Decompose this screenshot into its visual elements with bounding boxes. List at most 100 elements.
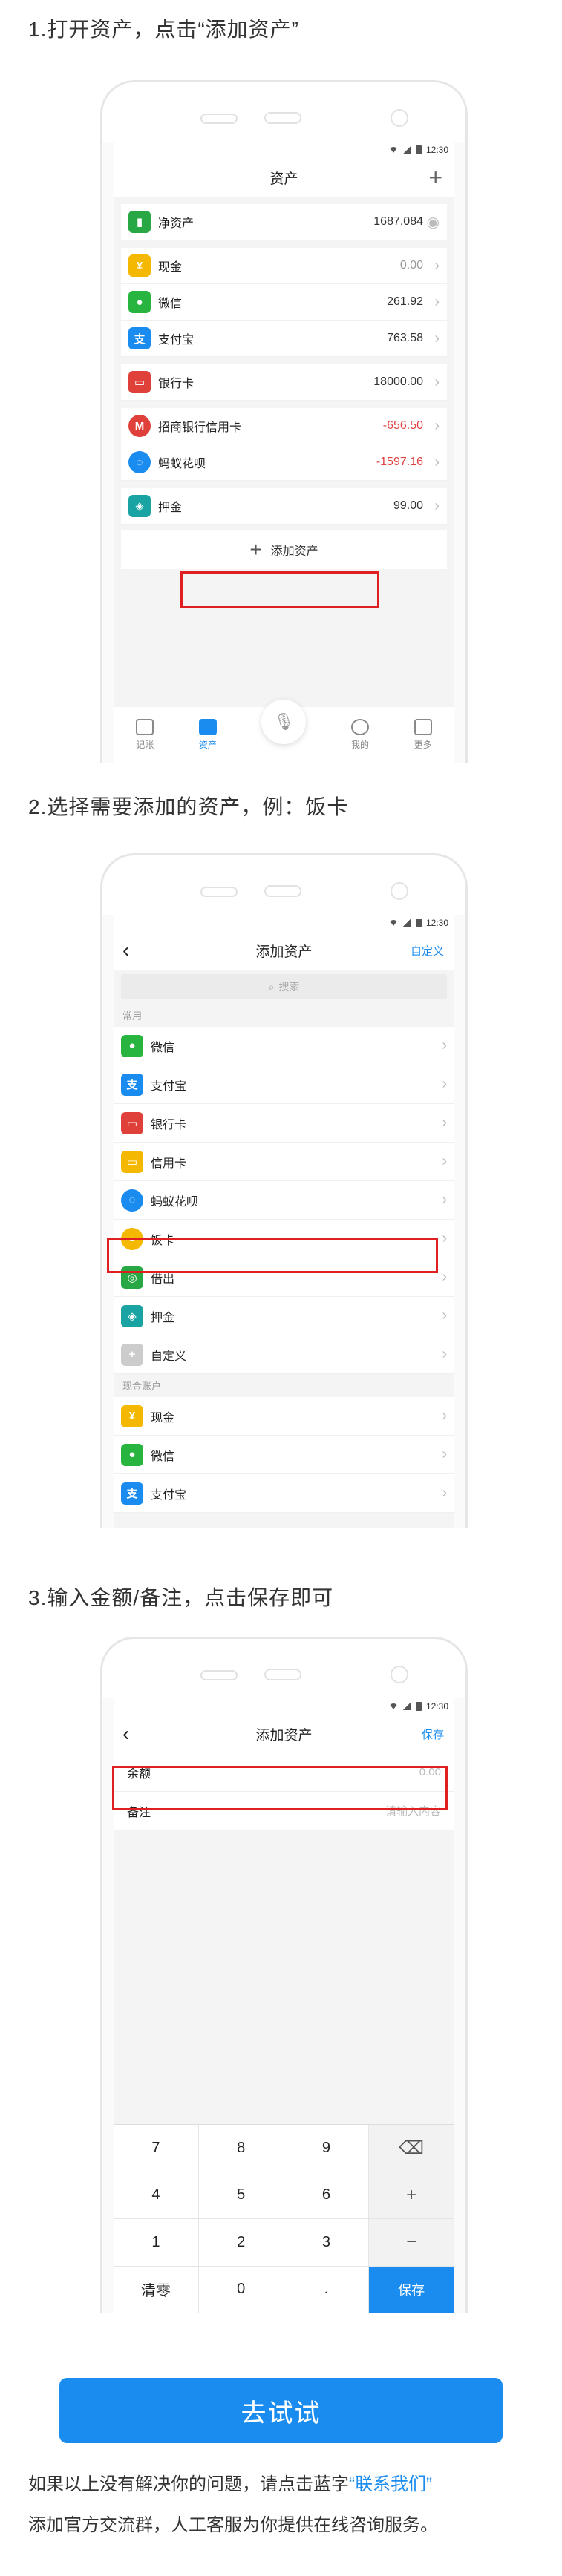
chevron-right-icon: ›	[442, 1269, 447, 1285]
search-input[interactable]: ⌕ 搜索	[121, 974, 447, 999]
footer-line1: 如果以上没有解决你的问题，请点击蓝字“联系我们”	[28, 2469, 432, 2495]
tab-record[interactable]: 记账	[136, 719, 154, 751]
cash-list: ¥ 现金 › ● 微信 › 支支付宝 ›	[114, 1397, 454, 1513]
status-bar: 12:30	[114, 1698, 454, 1715]
asset-row-cash[interactable]: ¥ 现金 0.00 ›	[121, 248, 447, 284]
try-it-button[interactable]: 去试试	[59, 2378, 503, 2443]
mic-button[interactable]: 🎙	[261, 699, 307, 744]
list-item[interactable]: + 自定义 ›	[114, 1335, 454, 1374]
home-icon	[198, 719, 217, 735]
screen-add-asset: 12:30 ‹ 添加资产 自定义 ⌕ 搜索 常用 ● 微信 › 支支付宝 › ▭ 银行卡…	[114, 915, 454, 1528]
key-3[interactable]: 3	[284, 2219, 370, 2267]
add-asset-label: 添加资产	[270, 545, 318, 558]
sensor	[200, 1670, 238, 1680]
phone-step2: 12:30 ‹ 添加资产 自定义 ⌕ 搜索 常用 ● 微信 › 支支付宝 › ▭ 银行卡…	[100, 853, 468, 1528]
signal-icon	[402, 919, 411, 927]
asset-row-alipay[interactable]: 支 支付宝 763.58 ›	[121, 321, 447, 357]
asset-amount: 18000.00	[373, 375, 423, 388]
highlight-meal-card	[107, 1238, 438, 1273]
key-minus[interactable]: −	[369, 2219, 454, 2267]
asset-label: 招商银行信用卡	[158, 421, 242, 434]
add-asset-button[interactable]: + 添加资产	[121, 530, 447, 569]
custom-icon: +	[121, 1343, 143, 1366]
bankcard-icon: ▭	[128, 371, 151, 393]
tab-assets[interactable]: 资产	[198, 719, 217, 751]
back-icon[interactable]: ‹	[122, 939, 129, 962]
asset-amount: 1687.084	[373, 215, 423, 228]
step2-title: 2.选择需要添加的资产，例：饭卡	[28, 795, 349, 818]
cash-icon: ¥	[128, 254, 151, 277]
asset-row-bankcard[interactable]: ▭ 银行卡 18000.00 ›	[121, 364, 447, 401]
list-item[interactable]: ◌ 蚂蚁花呗 ›	[114, 1181, 454, 1220]
page-title: 资产	[269, 171, 298, 187]
wifi-icon	[388, 147, 398, 153]
key-7[interactable]: 7	[114, 2125, 199, 2172]
chevron-right-icon: ›	[434, 293, 440, 310]
list-item[interactable]: ¥ 现金 ›	[114, 1397, 454, 1436]
list-item[interactable]: ▭ 信用卡 ›	[114, 1143, 454, 1181]
asset-row-cmb[interactable]: M 招商银行信用卡 -656.50 ›	[121, 408, 447, 444]
list-item[interactable]: ● 微信 ›	[114, 1027, 454, 1065]
status-time: 12:30	[425, 1701, 448, 1712]
chevron-right-icon: ›	[442, 1192, 447, 1208]
key-8[interactable]: 8	[198, 2125, 284, 2172]
list-item[interactable]: ▭ 银行卡 ›	[114, 1104, 454, 1143]
asset-row-deposit[interactable]: ◈ 押金 99.00 ›	[121, 488, 447, 525]
item-label: 银行卡	[151, 1118, 187, 1131]
asset-label: 银行卡	[158, 378, 195, 390]
asset-amount: 261.92	[387, 295, 423, 308]
chevron-right-icon: ›	[442, 1446, 447, 1462]
wechat-icon: ●	[128, 291, 151, 313]
asset-amount: -1597.16	[376, 456, 423, 468]
key-9[interactable]: 9	[284, 2125, 370, 2172]
asset-row-huabei[interactable]: ◌ 蚂蚁花呗 -1597.16 ›	[121, 444, 447, 481]
chevron-right-icon: ›	[434, 329, 440, 346]
signal-icon	[402, 1703, 411, 1710]
list-item[interactable]: ◈ 押金 ›	[114, 1297, 454, 1335]
asset-amount: 0.00	[399, 259, 423, 272]
section-common: 常用	[122, 1011, 143, 1022]
tab-more[interactable]: 更多	[414, 719, 432, 751]
save-link[interactable]: 保存	[422, 1726, 444, 1742]
tab-mine[interactable]: 我的	[351, 719, 369, 751]
nav-bar: ‹ 添加资产 保存	[114, 1715, 454, 1753]
key-6[interactable]: 6	[284, 2172, 370, 2219]
deposit-icon: ◈	[121, 1304, 143, 1327]
key-plus[interactable]: +	[369, 2172, 454, 2219]
custom-button[interactable]: 自定义	[411, 943, 444, 959]
chevron-right-icon: ›	[434, 257, 440, 274]
list-item[interactable]: 支支付宝 ›	[114, 1065, 454, 1104]
backspace-icon[interactable]: ⌫	[369, 2125, 454, 2172]
phone-top	[102, 855, 465, 915]
key-0[interactable]: 0	[198, 2266, 284, 2313]
add-icon[interactable]: +	[428, 164, 442, 191]
tab-label: 更多	[414, 740, 432, 750]
screen-assets: 12:30 资产 + ▮ 净资产 1687.084 ◉ ¥ 现金 0.00 › …	[114, 142, 454, 763]
back-icon[interactable]: ‹	[122, 1722, 129, 1746]
list-item[interactable]: ● 微信 ›	[114, 1436, 454, 1474]
key-clear[interactable]: 清零	[114, 2266, 199, 2313]
wechat-icon: ●	[121, 1443, 143, 1466]
camera	[391, 882, 408, 900]
key-dot[interactable]: .	[284, 2266, 370, 2313]
eye-icon[interactable]: ◉	[427, 213, 440, 231]
contact-us-link[interactable]: “联系我们”	[349, 2474, 432, 2494]
key-2[interactable]: 2	[198, 2219, 284, 2267]
key-4[interactable]: 4	[114, 2172, 199, 2219]
speaker	[264, 112, 301, 124]
chart-icon: ▮	[128, 211, 151, 233]
save-button[interactable]: 保存	[369, 2266, 454, 2313]
asset-row-wechat[interactable]: ● 微信 261.92 ›	[121, 284, 447, 321]
tab-label: 资产	[198, 740, 217, 750]
asset-label: 现金	[158, 261, 183, 274]
footer-line2: 添加官方交流群，人工客服为你提供在线咨询服务。	[28, 2515, 438, 2535]
speaker	[264, 1669, 301, 1680]
key-5[interactable]: 5	[198, 2172, 284, 2219]
cash-icon: ¥	[121, 1404, 143, 1427]
keypad: 7 8 9 ⌫ 4 5 6 + 1 2 3 − 清零 0 . 保存	[114, 2124, 454, 2313]
list-item[interactable]: 支支付宝 ›	[114, 1474, 454, 1513]
key-1[interactable]: 1	[114, 2219, 199, 2267]
asset-row-net[interactable]: ▮ 净资产 1687.084 ◉	[121, 204, 447, 240]
mic-icon: 🎙	[273, 712, 295, 731]
highlight-add-asset	[180, 571, 379, 608]
